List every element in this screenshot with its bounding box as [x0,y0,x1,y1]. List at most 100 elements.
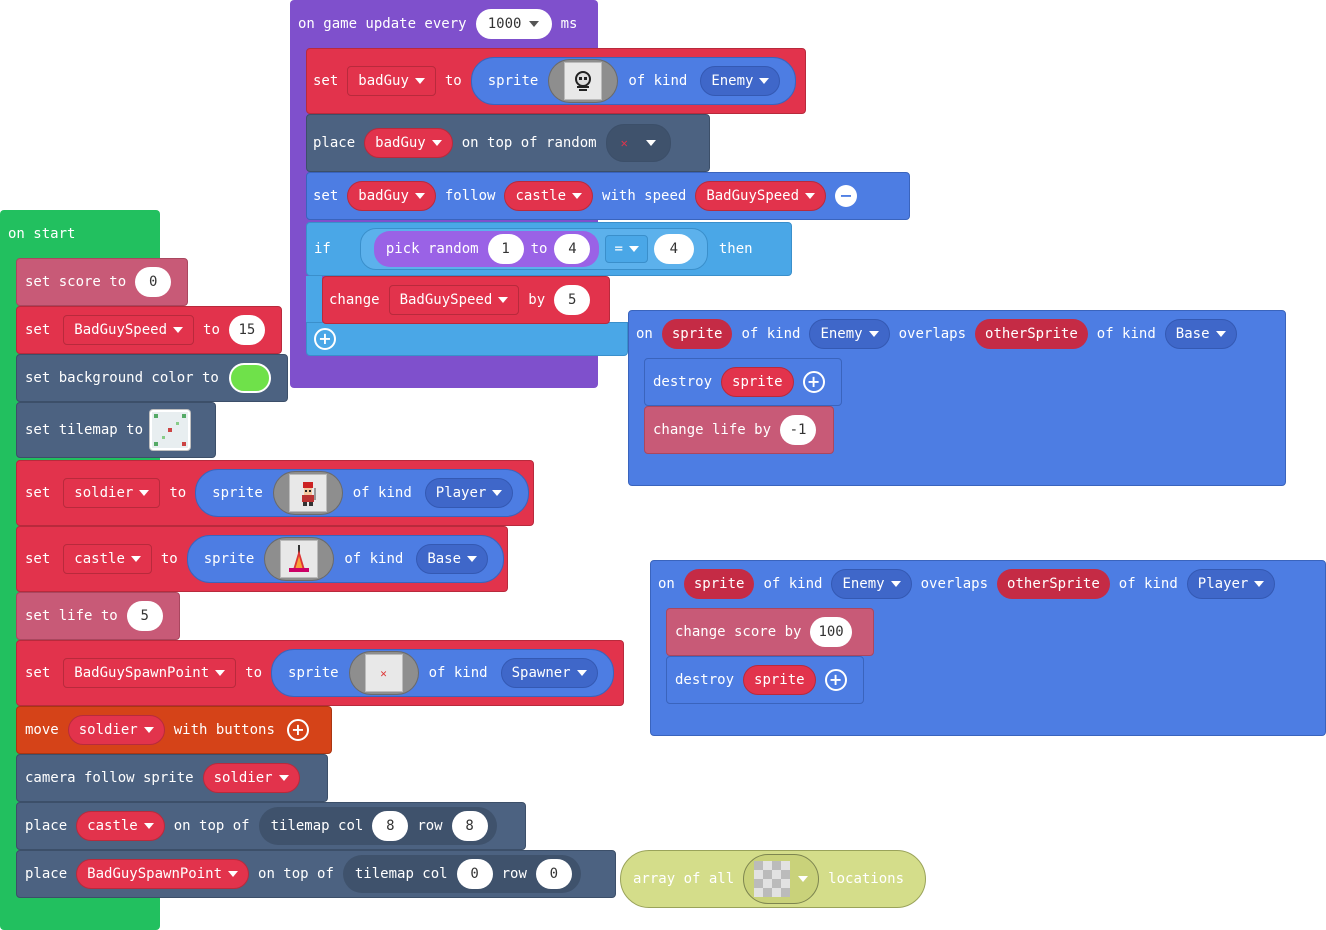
soldier-var-dropdown[interactable]: soldier [67,715,165,745]
set-score-block[interactable]: set score to 0 [16,258,188,306]
tile-image-dropdown[interactable] [743,854,820,904]
life-change-input[interactable]: -1 [780,415,817,445]
spawn-var-dropdown[interactable]: BadGuySpawnPoint [63,658,237,688]
sprite-of-kind-block[interactable]: sprite ✕ of kind Spawner [271,649,614,697]
sprite-var[interactable]: sprite [743,665,816,695]
tilemap-preview-icon [152,412,189,448]
sprite-param[interactable]: sprite [683,569,755,599]
if-block-body [306,276,322,326]
speed-value-input[interactable]: 15 [228,315,265,345]
set-tilemap-block[interactable]: set tilemap to [16,402,216,458]
kind-enemy-dropdown[interactable]: Enemy [809,319,890,349]
expand-plus-icon[interactable]: + [286,719,309,741]
other-sprite-param[interactable]: otherSprite [997,569,1110,599]
of-kind-label: of kind [1118,576,1178,592]
place-castle-block[interactable]: place castle on top of tilemap col 8 row… [16,802,526,850]
place-random-block[interactable]: place badGuy on top of random ✕ [306,114,710,172]
row-input[interactable]: 0 [535,859,572,889]
var-name: badGuy [358,188,409,204]
col-input[interactable]: 0 [456,859,493,889]
var-name: soldier [78,722,138,738]
destroy-sprite-block[interactable]: destroy sprite + [666,656,864,704]
expand-plus-icon[interactable]: + [824,669,847,691]
expand-plus-icon[interactable]: + [802,371,825,393]
pick-random-block[interactable]: pick random 1 to 4 [373,231,600,267]
set-soldier-block[interactable]: set soldier to sprite of kind Player [16,460,534,526]
speed-var-dropdown[interactable]: BadGuySpeed [388,285,520,315]
place-spawn-block[interactable]: place BadGuySpawnPoint on top of tilemap… [16,850,616,898]
base-sprite-image[interactable] [264,537,335,581]
set-spawn-block[interactable]: set BadGuySpawnPoint to sprite ✕ of kind… [16,640,624,706]
castle-var-dropdown[interactable]: castle [76,811,165,841]
spawn-var-dropdown[interactable]: BadGuySpawnPoint [76,859,250,889]
change-speed-block[interactable]: change BadGuySpeed by 5 [322,276,610,324]
follow-block[interactable]: set badGuy follow castle with speed BadG… [306,172,910,220]
kind-base-dropdown[interactable]: Base [1164,319,1237,349]
set-life-block[interactable]: set life to 5 [16,592,180,640]
tile-dropdown[interactable]: ✕ [605,124,671,162]
destroy-sprite-block[interactable]: destroy sprite + [644,358,842,406]
sprite-of-kind-block[interactable]: sprite of kind Enemy [470,57,797,105]
interval-dropdown[interactable]: 1000 [475,9,552,39]
var-badguy-dropdown[interactable]: badGuy [364,128,453,158]
sprite-of-kind-block[interactable]: sprite of kind Base [186,535,505,583]
tilemap-col-row-block[interactable]: tilemap col 0 row 0 [342,855,581,893]
col-input[interactable]: 8 [372,811,409,841]
game-update-header[interactable]: on game update every 1000 ms [292,6,583,42]
enemy-sprite-image[interactable] [548,59,619,103]
array-of-all-locations-block[interactable]: array of all locations [620,850,926,908]
soldier-var-dropdown[interactable]: soldier [63,478,161,508]
operator-dropdown[interactable]: = [605,235,648,263]
kind-player-dropdown[interactable]: Player [424,478,514,508]
tilemap-col-row-block[interactable]: tilemap col 8 row 8 [258,807,497,845]
change-life-block[interactable]: change life by -1 [644,406,834,454]
other-sprite-param[interactable]: otherSprite [975,319,1088,349]
kind-base-dropdown[interactable]: Base [416,544,489,574]
kind-enemy-dropdown[interactable]: Enemy [831,569,912,599]
camera-follow-label: camera follow sprite [25,770,194,786]
sprite-var[interactable]: sprite [721,367,794,397]
set-badguy-block[interactable]: set badGuy to sprite of kind Enemy [306,48,806,114]
random-min-input[interactable]: 1 [487,234,524,264]
tilemap-image[interactable] [149,409,192,451]
sprite-of-kind-block[interactable]: sprite of kind Player [195,469,530,517]
sprite-param[interactable]: sprite [661,319,733,349]
life-value-input[interactable]: 5 [126,601,163,631]
kind-player-dropdown[interactable]: Player [1186,569,1276,599]
set-label: set [25,665,51,681]
change-score-block[interactable]: change score by 100 [666,608,874,656]
chevron-down-icon [467,556,478,562]
var-badguy-dropdown[interactable]: badGuy [347,66,436,96]
var-name: BadGuySpeed [74,322,168,338]
spawner-sprite-image[interactable]: ✕ [348,651,419,695]
place-label: place [313,135,356,151]
kind-spawner-dropdown[interactable]: Spawner [500,658,598,688]
tilemap-col-label: tilemap col [270,818,364,834]
speed-var-dropdown[interactable]: BadGuySpeed [695,181,827,211]
set-background-block[interactable]: set background color to [16,354,288,402]
if-block-footer[interactable] [306,322,628,356]
set-speed-block[interactable]: set BadGuySpeed to 15 [16,306,282,354]
soldier-var-dropdown[interactable]: soldier [202,763,300,793]
var-badguy-dropdown[interactable]: badGuy [347,181,436,211]
compare-value-input[interactable]: 4 [653,234,694,264]
background-color-swatch[interactable] [228,363,271,393]
by-label: by [528,292,546,308]
camera-follow-block[interactable]: camera follow sprite soldier [16,754,328,802]
random-max-input[interactable]: 4 [554,234,591,264]
set-castle-block[interactable]: set castle to sprite of kind Base [16,526,508,592]
change-value-input[interactable]: 5 [554,285,591,315]
kind-enemy-dropdown[interactable]: Enemy [700,66,781,96]
castle-var-dropdown[interactable]: castle [63,544,152,574]
target-castle-dropdown[interactable]: castle [504,181,594,211]
compare-block[interactable]: pick random 1 to 4 = 4 [359,228,708,270]
speed-var-dropdown[interactable]: BadGuySpeed [63,315,195,345]
move-with-buttons-block[interactable]: move soldier with buttons + [16,706,332,754]
score-value-input[interactable]: 0 [135,267,172,297]
add-else-plus-icon[interactable]: + [314,328,336,350]
score-change-input[interactable]: 100 [810,617,852,647]
row-input[interactable]: 8 [451,811,488,841]
player-sprite-image[interactable] [272,471,343,515]
change-score-label: change score by [675,624,802,640]
collapse-minus-icon[interactable]: − [835,185,858,207]
